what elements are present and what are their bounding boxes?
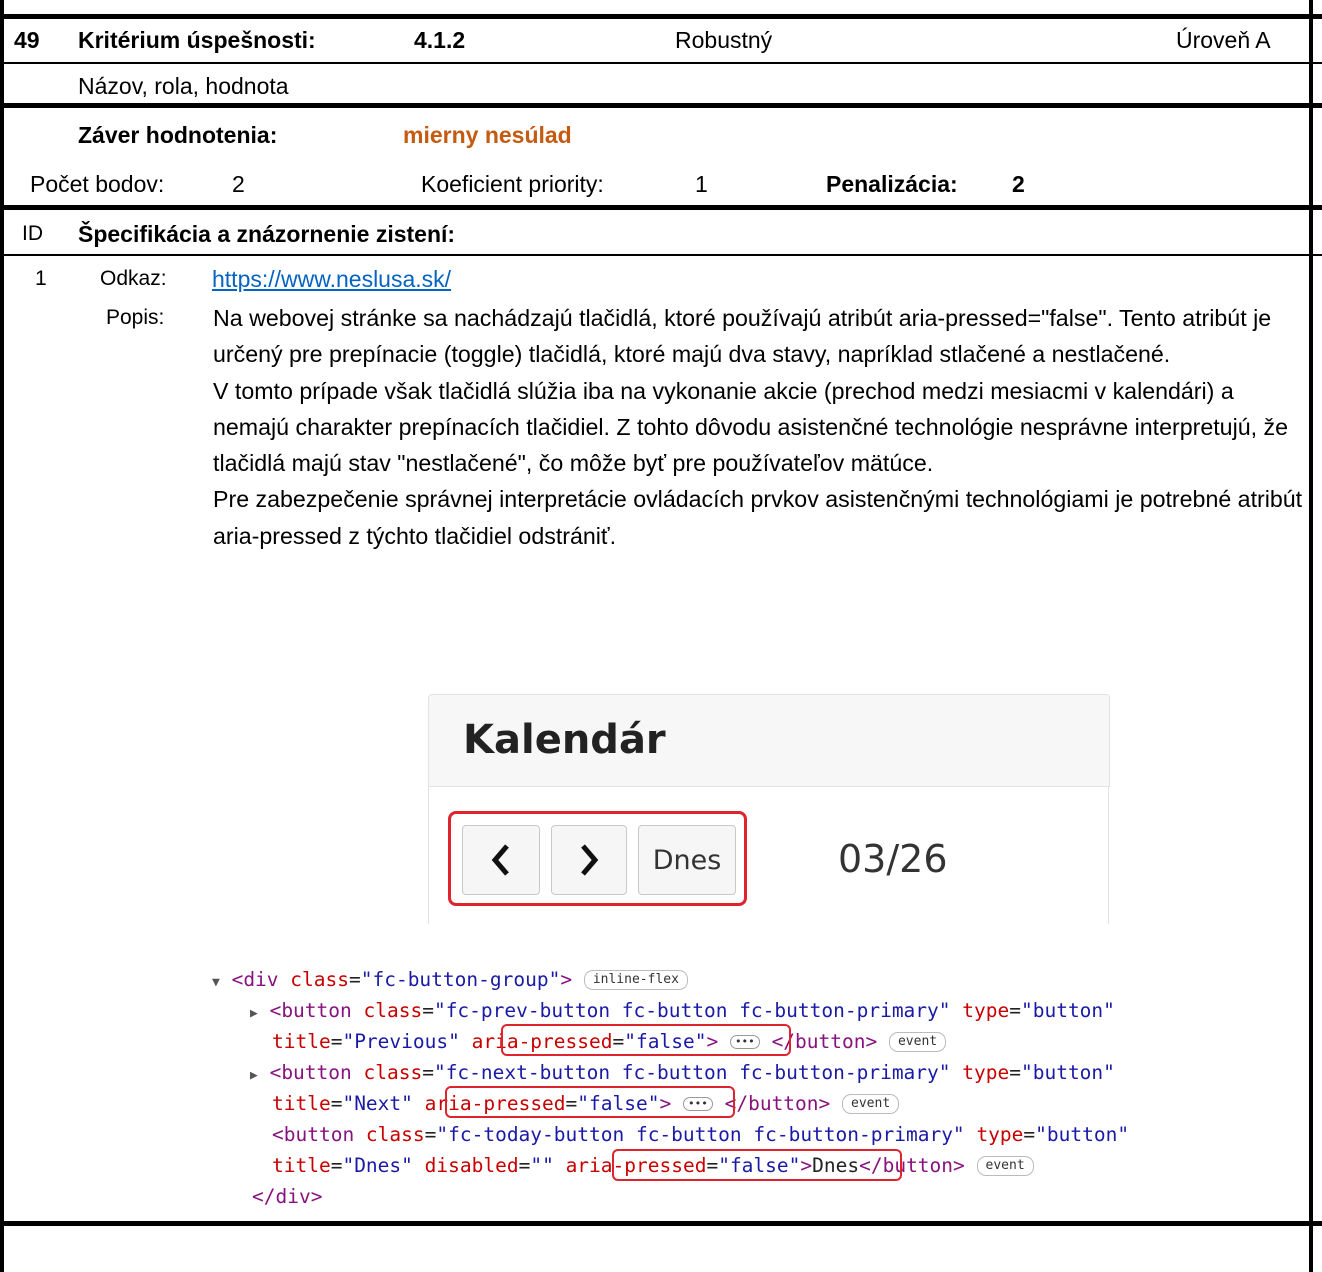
criterion-name: Názov, rola, hodnota (78, 73, 289, 99)
next-month-button[interactable] (551, 825, 627, 895)
current-month: 03/26 (838, 837, 948, 881)
collapsed-triangle-icon[interactable]: ▶ (250, 1006, 258, 1021)
criterion-number: 49 (14, 27, 40, 53)
rule-5 (0, 1221, 1322, 1226)
calendar-screenshot: Kalendár Dnes 03/26 (428, 694, 1110, 924)
conformance-level: Úroveň A (1176, 27, 1271, 53)
desc-label: Popis: (106, 306, 165, 329)
desc-paragraph-2: V tomto prípade však tlačidlá slúžia iba… (213, 377, 1289, 477)
calendar-title: Kalendár (463, 717, 666, 763)
expand-triangle-icon[interactable]: ▼ (212, 975, 220, 990)
event-badge[interactable]: event (842, 1094, 900, 1114)
today-button-label: Dnes (652, 844, 722, 876)
penalty-value: 2 (1012, 171, 1025, 197)
code-line-6: <button class="fc-today-button fc-button… (272, 1123, 1130, 1146)
priority-value: 1 (695, 171, 708, 197)
prev-month-button[interactable] (462, 825, 540, 895)
event-badge[interactable]: event (976, 1156, 1034, 1176)
chevron-left-icon (491, 844, 509, 876)
code-line-1: ▼ <div class="fc-button-group"> inline-f… (212, 964, 688, 998)
finding-description: Na webovej stránke sa nachádzajú tlačidl… (213, 300, 1305, 554)
rule-2 (0, 103, 1322, 108)
border-left (0, 0, 4, 1272)
calendar-border-left (428, 786, 429, 924)
event-badge[interactable]: event (888, 1032, 947, 1052)
div-close-tag: </div> (252, 1185, 323, 1208)
points-label: Počet bodov: (30, 171, 165, 197)
display-badge[interactable]: inline-flex (583, 970, 688, 990)
criterion-label: Kritérium úspešnosti: (78, 27, 316, 53)
penalty-label: Penalizácia: (826, 171, 958, 197)
id-label: ID (22, 222, 43, 245)
findings-heading: Špecifikácia a znázornenie zistení: (78, 221, 456, 247)
priority-label: Koeficient priority: (421, 171, 604, 197)
principle: Robustný (675, 27, 773, 53)
finding-link[interactable]: https://www.neslusa.sk/ (212, 265, 451, 293)
link-label: Odkaz: (100, 267, 167, 290)
desc-paragraph-1: Na webovej stránke sa nachádzajú tlačidl… (213, 305, 1272, 368)
aria-pressed-highlight-today (612, 1149, 902, 1181)
code-line-8: </div> (252, 1181, 322, 1212)
today-button[interactable]: Dnes (638, 825, 736, 895)
rule-3 (0, 205, 1322, 210)
calendar-header: Kalendár (428, 694, 1110, 787)
aria-pressed-highlight-next (445, 1086, 735, 1118)
criterion-code: 4.1.2 (414, 27, 466, 53)
chevron-right-icon (581, 844, 599, 876)
points-value: 2 (232, 171, 245, 197)
aria-pressed-highlight-prev (501, 1024, 791, 1056)
collapsed-triangle-icon[interactable]: ▶ (250, 1068, 258, 1083)
rule-top (0, 14, 1322, 19)
rule-1 (0, 62, 1322, 64)
conclusion-label: Záver hodnotenia: (78, 122, 278, 148)
conclusion-value: mierny nesúlad (403, 122, 572, 148)
finding-id: 1 (35, 267, 47, 290)
desc-paragraph-3: Pre zabezpečenie správnej interpretácie … (213, 486, 1303, 549)
rule-4 (0, 254, 1322, 256)
calendar-border-right (1108, 786, 1109, 924)
